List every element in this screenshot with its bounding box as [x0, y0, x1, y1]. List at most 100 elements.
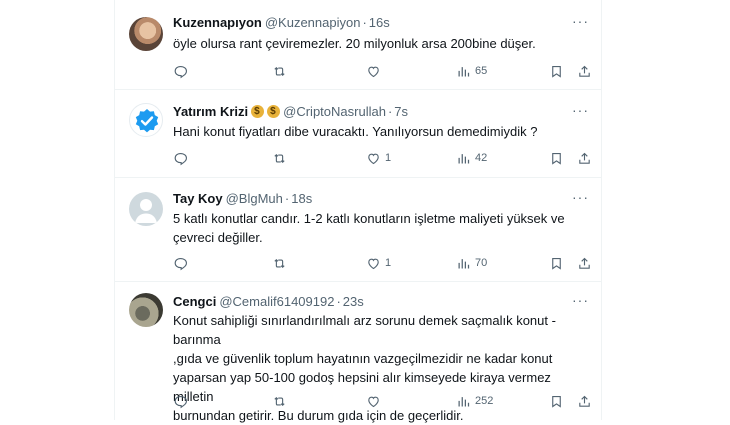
reply-tweet[interactable]: Tay Koy @BlgMuh · 18s ··· 5 katlı konutlar … — [115, 178, 601, 282]
more-icon[interactable]: ··· — [572, 13, 589, 29]
user-handle[interactable]: @Kuzennapiyon — [265, 15, 361, 30]
share-icon — [579, 257, 590, 269]
action-bar: 1 42 — [173, 149, 591, 167]
tweet-text: öyle olursa rant çeviremezler. 20 milyon… — [173, 36, 536, 51]
user-handle[interactable]: @Cemalif61409192 — [219, 294, 334, 309]
bookmark-icon — [552, 152, 561, 165]
retweet-button[interactable] — [272, 392, 287, 410]
bookmark-icon — [552, 65, 561, 78]
reply-button[interactable] — [173, 254, 188, 272]
retweet-icon — [274, 258, 285, 268]
tweet-header: Tay Koy @BlgMuh · 18s — [173, 191, 312, 207]
reply-button[interactable] — [173, 392, 188, 410]
separator: · — [387, 104, 393, 119]
action-bar: 252 — [173, 392, 591, 410]
heart-icon — [368, 66, 379, 77]
timestamp[interactable]: 7s — [394, 104, 408, 119]
like-button[interactable] — [366, 62, 385, 80]
verified-badge-icon — [135, 109, 159, 133]
avatar[interactable] — [129, 17, 163, 51]
bookmark-button[interactable] — [549, 392, 564, 410]
reply-icon — [174, 65, 188, 78]
action-bar: 1 70 — [173, 254, 591, 272]
default-user-icon — [135, 199, 157, 223]
view-count: 42 — [475, 152, 488, 164]
retweet-button[interactable] — [272, 149, 287, 167]
action-bar: 65 — [173, 62, 591, 80]
share-icon — [579, 152, 590, 164]
like-button[interactable] — [366, 392, 385, 410]
display-name[interactable]: Tay Koy — [173, 191, 223, 206]
share-button[interactable] — [577, 149, 592, 167]
heart-icon — [368, 153, 379, 164]
reply-tweet[interactable]: Cengci @Cemalif61409192 · 23s ··· Konut sah… — [115, 282, 601, 423]
retweet-icon — [274, 153, 285, 163]
tweet-header: Kuzennapıyon @Kuzennapiyon · 16s — [173, 15, 390, 31]
user-handle[interactable]: @CriptoNasrullah — [283, 104, 386, 119]
tweet-text-line: Konut sahipliği sınırlandırılmalı arz so… — [173, 313, 556, 347]
separator: · — [362, 15, 367, 30]
display-name[interactable]: Cengci — [173, 294, 216, 309]
like-button[interactable]: 1 — [366, 254, 391, 272]
heart-icon — [368, 258, 379, 269]
tweet-header: Yatırım Krizi @CriptoNasrullah·7s — [173, 104, 408, 120]
bookmark-button[interactable] — [549, 149, 564, 167]
heart-icon — [368, 396, 379, 407]
avatar[interactable] — [129, 192, 163, 226]
tweet-text-line: ,gıda ve güvenlik toplum hayatının vazge… — [173, 351, 553, 366]
views-chart-icon — [458, 153, 470, 163]
tweet-text: 5 katlı konutlar candır. 1-2 katlı konut… — [173, 209, 587, 247]
view-count: 65 — [475, 65, 488, 77]
views-chart-icon — [458, 396, 470, 406]
retweet-icon — [274, 396, 285, 406]
timestamp[interactable]: 16s — [369, 15, 390, 30]
view-count: 70 — [475, 257, 488, 269]
share-button[interactable] — [577, 62, 592, 80]
share-icon — [579, 395, 590, 407]
retweet-button[interactable] — [272, 62, 287, 80]
views-chart-icon — [458, 258, 470, 268]
money-bag-icon — [251, 104, 265, 120]
bookmark-button[interactable] — [549, 62, 564, 80]
timestamp[interactable]: 23s — [343, 294, 364, 309]
like-count: 1 — [385, 152, 392, 164]
timestamp[interactable]: 18s — [291, 191, 312, 206]
avatar[interactable] — [129, 103, 163, 137]
bookmark-icon — [552, 257, 561, 270]
more-icon[interactable]: ··· — [572, 102, 589, 118]
views-button[interactable]: 65 — [456, 62, 487, 80]
display-name[interactable]: Yatırım Krizi — [173, 104, 248, 119]
views-chart-icon — [458, 66, 470, 76]
reply-button[interactable] — [173, 149, 188, 167]
avatar[interactable] — [129, 293, 163, 327]
bookmark-button[interactable] — [549, 254, 564, 272]
like-count: 1 — [385, 257, 392, 269]
views-button[interactable]: 42 — [456, 149, 487, 167]
tweet-text-line: çevreci değiller. — [173, 230, 263, 245]
reply-tweet[interactable]: Yatırım Krizi @CriptoNasrullah·7s ··· Han… — [115, 90, 601, 178]
like-button[interactable]: 1 — [366, 149, 391, 167]
retweet-icon — [274, 66, 285, 76]
separator: · — [284, 191, 290, 206]
more-icon[interactable]: ··· — [572, 189, 589, 205]
money-bag-icon — [267, 104, 281, 120]
bookmark-icon — [552, 395, 561, 408]
reply-timeline: Kuzennapıyon @Kuzennapiyon · 16s ··· öyle o… — [114, 0, 602, 423]
views-button[interactable]: 70 — [456, 254, 487, 272]
view-count: 252 — [475, 395, 494, 407]
more-icon[interactable]: ··· — [572, 292, 589, 308]
tweet-text-line: 5 katlı konutlar candır. 1-2 katlı konut… — [173, 211, 565, 226]
views-button[interactable]: 252 — [456, 392, 493, 410]
user-handle[interactable]: @BlgMuh — [226, 191, 283, 206]
reply-tweet[interactable]: Kuzennapıyon @Kuzennapiyon · 16s ··· öyle o… — [115, 0, 601, 90]
retweet-button[interactable] — [272, 254, 287, 272]
reply-button[interactable] — [173, 62, 188, 80]
share-icon — [579, 65, 590, 77]
reply-icon — [174, 395, 188, 408]
display-name[interactable]: Kuzennapıyon — [173, 15, 262, 30]
tweet-header: Cengci @Cemalif61409192 · 23s — [173, 294, 364, 310]
reply-icon — [174, 257, 188, 270]
share-button[interactable] — [577, 392, 592, 410]
tweet-text: Hani konut fiyatları dibe vuracaktı. Yan… — [173, 124, 538, 139]
share-button[interactable] — [577, 254, 592, 272]
